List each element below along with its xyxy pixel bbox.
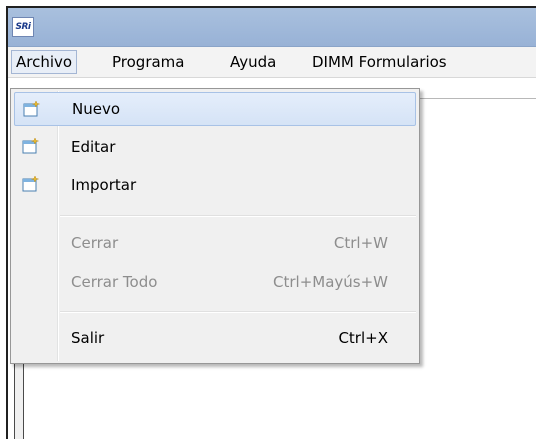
menu-ayuda[interactable]: Ayuda <box>226 50 280 74</box>
menu-item-editar[interactable]: Editar <box>14 130 416 164</box>
title-bar: SRi <box>8 8 536 47</box>
menu-item-nuevo[interactable]: Nuevo <box>14 92 416 126</box>
menu-item-shortcut: Ctrl+X <box>338 329 388 347</box>
menu-separator <box>60 311 416 313</box>
menu-item-shortcut: Ctrl+W <box>333 234 388 252</box>
menu-separator <box>60 215 416 217</box>
new-document-icon <box>23 100 41 117</box>
new-document-icon <box>22 137 40 154</box>
app-logo-icon[interactable]: SRi <box>12 17 34 37</box>
menu-item-label: Editar <box>71 138 116 156</box>
menu-item-importar[interactable]: Importar <box>14 168 416 202</box>
menu-programa[interactable]: Programa <box>108 50 188 74</box>
menu-dimm-formularios[interactable]: DIMM Formularios <box>308 50 451 74</box>
menu-item-label: Importar <box>71 176 137 194</box>
menu-item-label: Cerrar <box>71 234 119 252</box>
menu-item-label: Cerrar Todo <box>71 273 158 291</box>
menu-item-salir[interactable]: Salir Ctrl+X <box>14 321 416 355</box>
menu-item-label: Nuevo <box>72 100 121 118</box>
menu-item-shortcut: Ctrl+Mayús+W <box>273 273 388 291</box>
menu-item-cerrar: Cerrar Ctrl+W <box>14 226 416 260</box>
menu-item-cerrar-todo: Cerrar Todo Ctrl+Mayús+W <box>14 265 416 299</box>
menu-bar: Archivo Programa Ayuda DIMM Formularios <box>8 47 536 78</box>
new-document-icon <box>22 175 40 192</box>
menu-archivo[interactable]: Archivo <box>11 50 78 74</box>
menu-item-label: Salir <box>71 329 105 347</box>
archivo-dropdown-menu: Nuevo Editar Importar Cerrar Ctrl+W Cerr… <box>10 88 420 364</box>
